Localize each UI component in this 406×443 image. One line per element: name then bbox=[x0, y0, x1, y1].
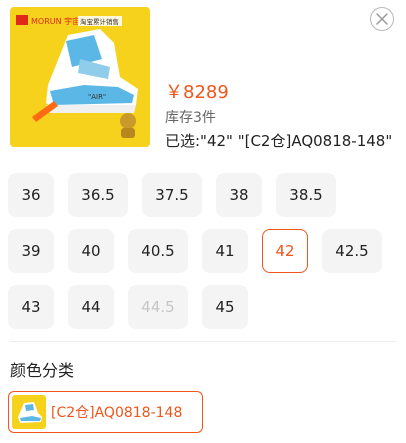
size-option[interactable]: 40 bbox=[68, 229, 114, 273]
size-option[interactable]: 38 bbox=[216, 173, 262, 217]
section-divider bbox=[10, 341, 396, 342]
size-option[interactable]: 41 bbox=[202, 229, 248, 273]
color-option-selected[interactable]: [C2仓]AQ0818-148 bbox=[8, 391, 203, 433]
color-option-thumbnail bbox=[12, 395, 46, 429]
product-image[interactable]: MORUN 宇宙 淘宝累计销售 "AIR" bbox=[10, 7, 150, 147]
brand-logo-text: MORUN 宇宙 bbox=[31, 16, 80, 26]
size-options: 36 36.5 37.5 38 38.5 39 40 40.5 41 42 42… bbox=[8, 173, 402, 341]
svg-text:"AIR": "AIR" bbox=[88, 93, 106, 101]
size-option[interactable]: 36.5 bbox=[68, 173, 128, 217]
size-option[interactable]: 37.5 bbox=[142, 173, 202, 217]
size-row: 36 36.5 37.5 38 38.5 bbox=[8, 173, 402, 217]
stock-count: 库存3件 bbox=[165, 110, 216, 126]
color-option-label: [C2仓]AQ0818-148 bbox=[51, 405, 183, 421]
size-row: 39 40 40.5 41 42 42.5 bbox=[8, 229, 402, 273]
size-row: 43 44 44.5 45 bbox=[8, 285, 402, 329]
size-option[interactable]: 42.5 bbox=[322, 229, 382, 273]
size-option[interactable]: 36 bbox=[8, 173, 54, 217]
color-section-title: 颜色分类 bbox=[10, 361, 75, 380]
size-option-disabled: 44.5 bbox=[128, 285, 188, 329]
product-price: ￥8289 bbox=[165, 82, 229, 103]
close-button[interactable] bbox=[370, 7, 394, 31]
size-option[interactable]: 40.5 bbox=[128, 229, 188, 273]
size-option[interactable]: 44 bbox=[68, 285, 114, 329]
shop-badge-text: 淘宝累计销售 bbox=[80, 17, 119, 26]
close-icon bbox=[376, 13, 388, 25]
size-option[interactable]: 39 bbox=[8, 229, 54, 273]
size-option[interactable]: 38.5 bbox=[276, 173, 336, 217]
selected-summary: 已选:"42" "[C2仓]AQ0818-148" bbox=[165, 132, 393, 150]
size-option-selected[interactable]: 42 bbox=[262, 229, 308, 273]
size-option[interactable]: 43 bbox=[8, 285, 54, 329]
size-option[interactable]: 45 bbox=[202, 285, 248, 329]
